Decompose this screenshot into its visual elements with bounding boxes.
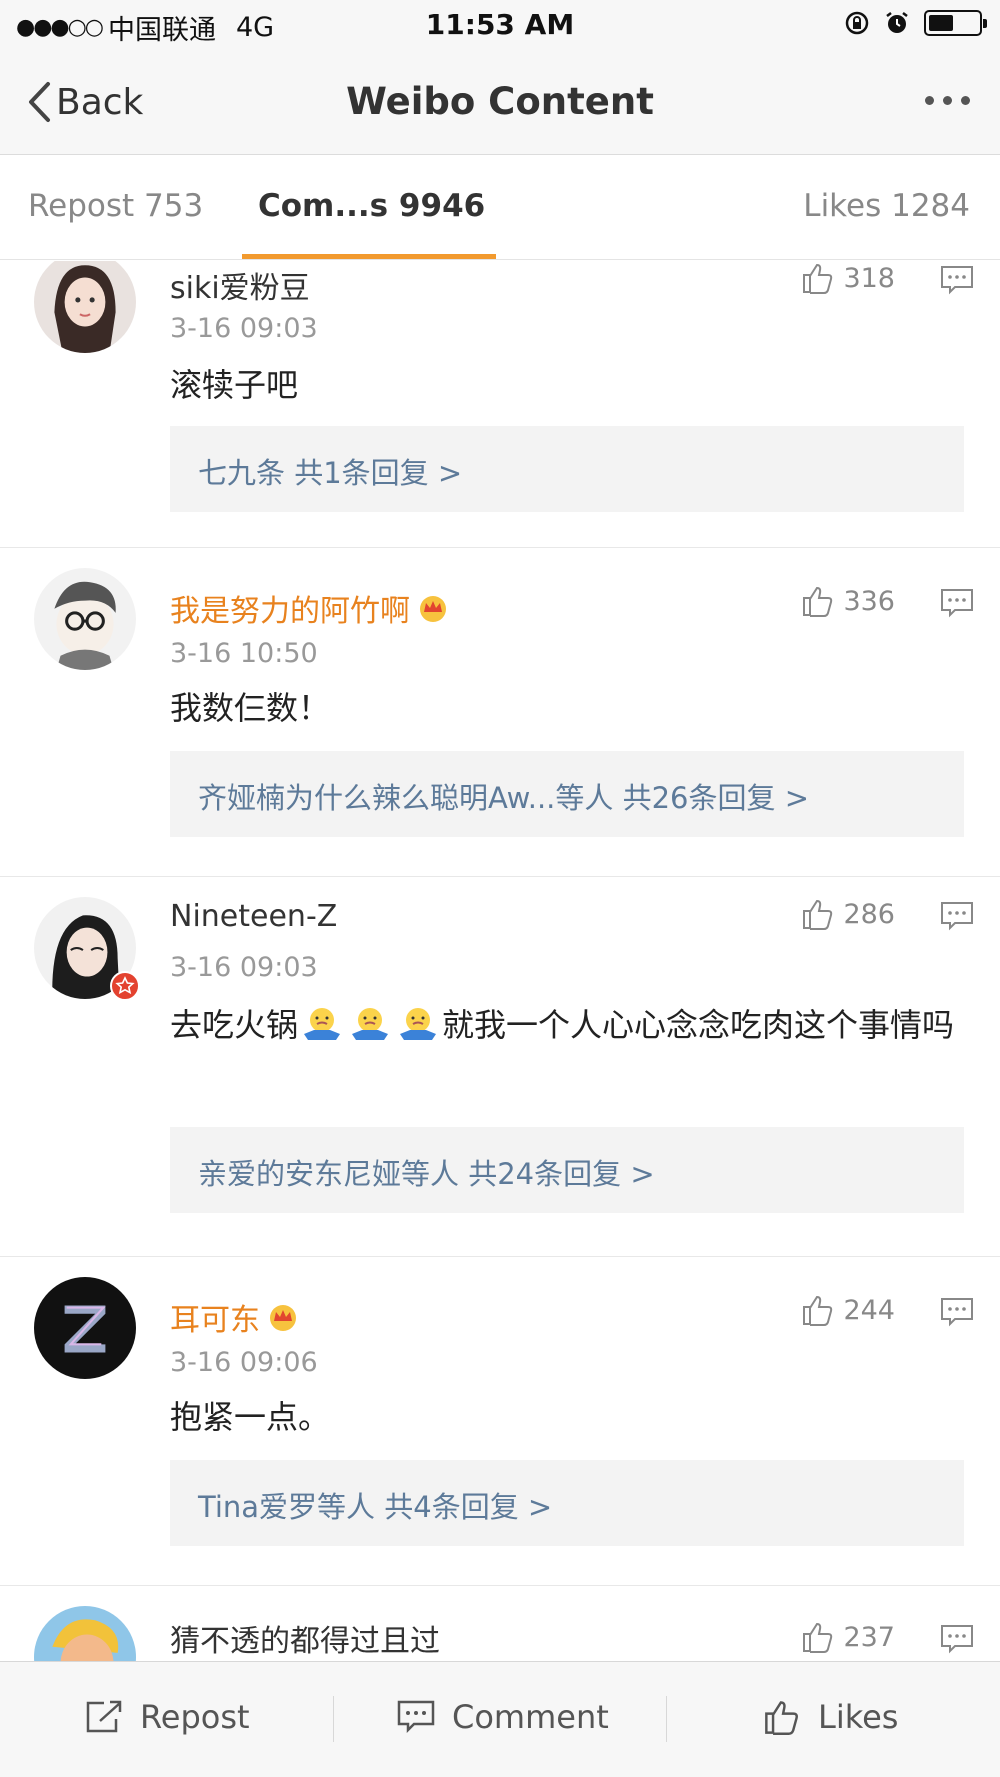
like-button[interactable]: 336 [801, 584, 895, 618]
avatar[interactable] [34, 1606, 136, 1661]
separator [666, 1696, 667, 1742]
alarm-icon [886, 12, 908, 33]
separator [333, 1696, 334, 1742]
comment-time: 3-16 10:50 [170, 638, 318, 669]
comment-text: 我数仨数！ [170, 689, 331, 727]
like-count: 244 [843, 1294, 895, 1326]
like-button[interactable]: 237 [801, 1620, 895, 1654]
avatar[interactable] [34, 897, 140, 1001]
active-tab-indicator [242, 254, 496, 259]
username[interactable]: 猜不透的都得过且过 [170, 1616, 440, 1660]
thumbs-up-icon [803, 1622, 833, 1653]
tab-comments[interactable]: Com...s 9946 [258, 188, 485, 224]
comment-time: 3-16 09:03 [170, 952, 318, 983]
navigation-bar: Back Weibo Content [0, 50, 1000, 155]
username[interactable]: siki爱粉豆 [170, 263, 310, 307]
replies-preview[interactable]: 齐娅楠为什么辣么聪明Aw...等人 共26条回复 > [170, 751, 964, 837]
replies-preview[interactable]: 七九条 共1条回复 > [170, 426, 964, 512]
vip-crown-icon [420, 596, 446, 622]
like-button[interactable]: 286 [801, 897, 895, 931]
like-count: 237 [843, 1621, 895, 1653]
reply-icon[interactable] [940, 901, 974, 931]
comment-button[interactable]: Comment [396, 1698, 609, 1736]
status-bar: ●●●○○ 中国联通 4G 11:53 AM [0, 0, 1000, 50]
more-options-icon[interactable] [925, 96, 970, 105]
thumbs-up-icon [803, 263, 833, 294]
avatar[interactable] [34, 568, 136, 670]
repost-button[interactable]: Repost [84, 1698, 250, 1736]
thumbs-up-icon [803, 586, 833, 617]
comment-time: 3-16 09:06 [170, 1347, 318, 1378]
shrug-emoji-icon [304, 1008, 341, 1040]
comment-item: 耳可东 3-16 09:06 抱紧一点。 244 Tina爱罗等人 共4条回复 … [0, 1257, 1000, 1587]
rotation-lock-icon [845, 11, 869, 35]
battery-icon [924, 10, 987, 36]
reply-icon[interactable] [940, 265, 974, 295]
reply-icon[interactable] [940, 1624, 974, 1654]
comment-item: 猜不透的都得过且过 237 [0, 1586, 1000, 1661]
comment-text: 抱紧一点。 [170, 1398, 331, 1436]
share-icon [86, 1700, 122, 1733]
comment-item: siki爱粉豆 3-16 09:03 滚犊子吧 318 七九条 共1条回复 > [0, 261, 1000, 531]
shrug-emoji-icon [400, 1008, 437, 1040]
verified-badge-icon [110, 971, 140, 1001]
shrug-emoji-icon [352, 1008, 389, 1040]
like-count: 318 [843, 262, 895, 294]
reply-icon[interactable] [940, 1297, 974, 1327]
thumbs-up-icon [803, 1295, 833, 1326]
comment-text: 去吃火锅 就我一个人心心念念吃肉这个事情吗 [170, 1006, 955, 1044]
thumbs-up-icon [803, 899, 833, 930]
replies-preview[interactable]: 亲爱的安东尼娅等人 共24条回复 > [170, 1127, 964, 1213]
replies-preview[interactable]: Tina爱罗等人 共4条回复 > [170, 1460, 964, 1546]
status-icons [844, 10, 987, 36]
comment-item: 我是努力的阿竹啊 3-16 10:50 我数仨数！ 336 齐娅楠为什么辣么聪明… [0, 548, 1000, 878]
tab-likes[interactable]: Likes 1284 [803, 188, 970, 224]
like-button[interactable]: 244 [801, 1293, 895, 1327]
username[interactable]: 我是努力的阿竹啊 [170, 586, 450, 630]
comment-item: Nineteen-Z 3-16 09:03 去吃火锅 就我一个人心心念念吃肉这个事… [0, 877, 1000, 1257]
like-post-button[interactable]: Likes [762, 1698, 898, 1736]
reply-icon[interactable] [940, 588, 974, 618]
tab-repost[interactable]: Repost 753 [28, 188, 203, 224]
bottom-action-bar: Repost Comment Likes [0, 1661, 1000, 1777]
comment-icon [397, 1700, 435, 1734]
username[interactable]: Nineteen-Z [170, 899, 337, 934]
like-count: 336 [843, 585, 895, 617]
page-title: Weibo Content [346, 80, 654, 123]
comment-text: 滚犊子吧 [170, 366, 299, 404]
like-count: 286 [843, 898, 895, 930]
comment-list: siki爱粉豆 3-16 09:03 滚犊子吧 318 七九条 共1条回复 > … [0, 261, 1000, 1661]
avatar[interactable] [34, 1277, 136, 1379]
username[interactable]: 耳可东 [170, 1295, 300, 1339]
like-button[interactable]: 318 [801, 261, 895, 295]
avatar[interactable] [34, 261, 136, 353]
tab-bar: Repost 753 Com...s 9946 Likes 1284 [0, 156, 1000, 260]
vip-crown-icon [270, 1305, 296, 1331]
comment-time: 3-16 09:03 [170, 313, 318, 344]
thumbs-up-icon [765, 1701, 798, 1735]
